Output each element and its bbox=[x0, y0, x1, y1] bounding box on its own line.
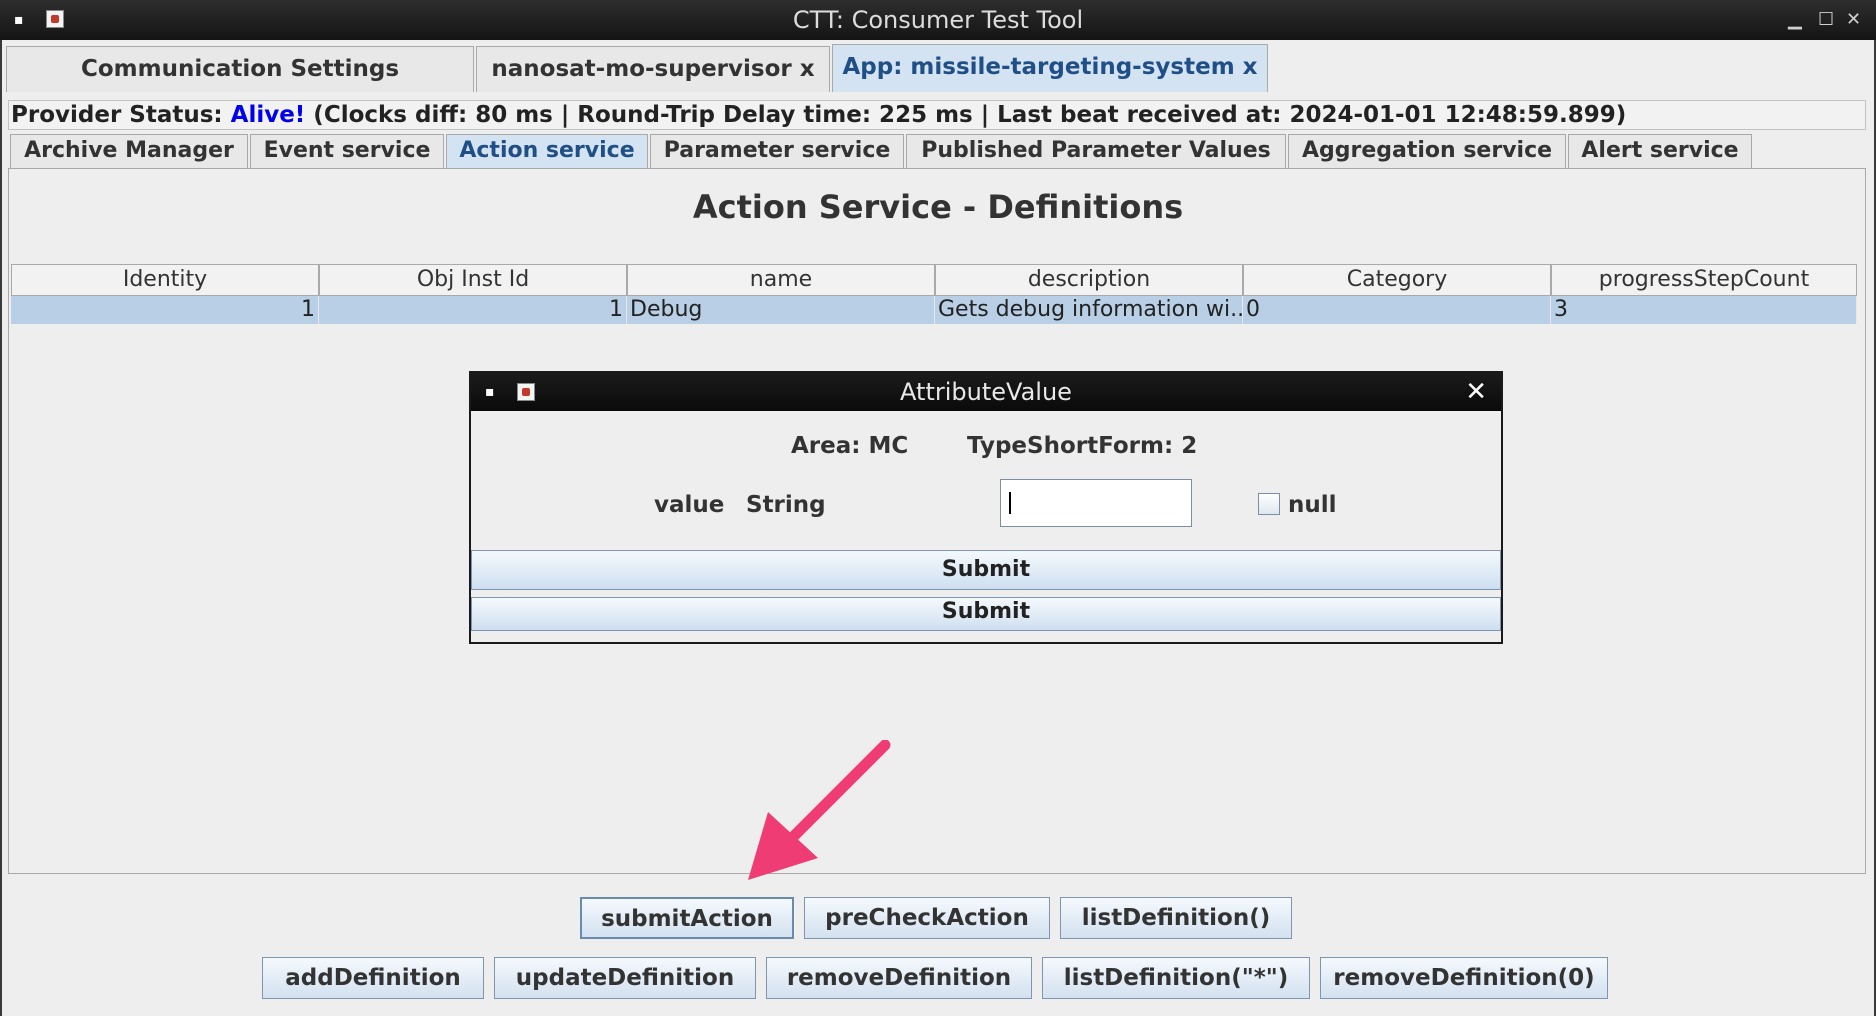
value-input[interactable] bbox=[1000, 479, 1192, 527]
submit-button-secondary[interactable]: Submit bbox=[471, 597, 1501, 631]
window-title: CTT: Consumer Test Tool bbox=[792, 6, 1084, 34]
dialog-titlebar: ▪ AttributeValue ✕ bbox=[471, 373, 1501, 411]
cell-obj-inst-id[interactable]: 1 bbox=[319, 296, 627, 324]
tab-parameter-service[interactable]: Parameter service bbox=[650, 134, 904, 168]
add-definition-button[interactable]: addDefinition bbox=[262, 957, 484, 999]
page-title: Action Service - Definitions bbox=[692, 188, 1184, 226]
column-header-description[interactable]: description bbox=[935, 264, 1243, 296]
type-short-form-label: TypeShortForm: 2 bbox=[967, 433, 1198, 459]
dialog-menu-icon[interactable]: ▪ bbox=[485, 373, 495, 411]
list-definition-button[interactable]: listDefinition() bbox=[1060, 897, 1292, 939]
window-menu-icon[interactable]: ▪ bbox=[14, 0, 24, 40]
tab-alert-service[interactable]: Alert service bbox=[1568, 134, 1752, 168]
column-header-category[interactable]: Category bbox=[1243, 264, 1551, 296]
cell-progress-step-count[interactable]: 3 bbox=[1551, 296, 1857, 324]
null-label: null bbox=[1288, 492, 1337, 518]
dialog-title: AttributeValue bbox=[900, 378, 1072, 406]
minimize-icon[interactable]: ▁ bbox=[1788, 0, 1802, 40]
annotation-arrow-icon bbox=[748, 740, 891, 880]
column-header-identity[interactable]: Identity bbox=[11, 264, 319, 296]
list-definition-all-button[interactable]: listDefinition("*") bbox=[1042, 957, 1310, 999]
tab-aggregation-service[interactable]: Aggregation service bbox=[1288, 134, 1566, 168]
provider-status-bar: Provider Status: Alive! (Clocks diff: 80… bbox=[8, 100, 1866, 130]
java-app-icon bbox=[517, 383, 535, 401]
text-caret bbox=[1009, 492, 1011, 514]
pre-check-action-button[interactable]: preCheckAction bbox=[804, 897, 1050, 939]
window-titlebar: ▪ CTT: Consumer Test Tool ▁ ☐ ✕ bbox=[0, 0, 1876, 40]
maximize-icon[interactable]: ☐ bbox=[1818, 0, 1834, 40]
type-label: String bbox=[746, 492, 826, 518]
tab-app-missile-targeting-system[interactable]: App: missile-targeting-system x bbox=[832, 44, 1268, 92]
column-header-obj-inst-id[interactable]: Obj Inst Id bbox=[319, 264, 627, 296]
submit-button[interactable]: Submit bbox=[471, 550, 1501, 590]
java-app-icon bbox=[46, 10, 64, 28]
cell-description[interactable]: Gets debug information wi... bbox=[935, 296, 1243, 324]
tab-action-service[interactable]: Action service bbox=[446, 134, 648, 168]
provider-status-details: (Clocks diff: 80 ms | Round-Trip Delay t… bbox=[305, 102, 1627, 128]
provider-status-prefix: Provider Status: bbox=[11, 102, 231, 128]
tab-event-service[interactable]: Event service bbox=[250, 134, 444, 168]
column-header-progress-step-count[interactable]: progressStepCount bbox=[1551, 264, 1857, 296]
tab-nanosat-mo-supervisor[interactable]: nanosat-mo-supervisor x bbox=[476, 46, 830, 92]
value-label: value bbox=[654, 492, 725, 518]
null-checkbox[interactable] bbox=[1258, 493, 1280, 515]
close-icon[interactable]: ✕ bbox=[1846, 0, 1861, 40]
tab-published-parameter-values[interactable]: Published Parameter Values bbox=[906, 134, 1286, 168]
remove-definition-zero-button[interactable]: removeDefinition(0) bbox=[1320, 957, 1608, 999]
attribute-value-dialog: ▪ AttributeValue ✕ Area: MC TypeShortFor… bbox=[469, 371, 1503, 644]
dialog-close-icon[interactable]: ✕ bbox=[1465, 373, 1487, 411]
cell-category[interactable]: 0 bbox=[1243, 296, 1551, 324]
submit-action-button[interactable]: submitAction bbox=[580, 897, 794, 939]
column-header-name[interactable]: name bbox=[627, 264, 935, 296]
provider-status-state: Alive! bbox=[230, 102, 306, 128]
cell-name[interactable]: Debug bbox=[627, 296, 935, 324]
tab-archive-manager[interactable]: Archive Manager bbox=[10, 134, 248, 168]
cell-identity[interactable]: 1 bbox=[11, 296, 319, 324]
update-definition-button[interactable]: updateDefinition bbox=[494, 957, 756, 999]
remove-definition-button[interactable]: removeDefinition bbox=[766, 957, 1032, 999]
tab-communication-settings[interactable]: Communication Settings (Directory) bbox=[6, 46, 474, 126]
area-label: Area: MC bbox=[791, 433, 909, 459]
